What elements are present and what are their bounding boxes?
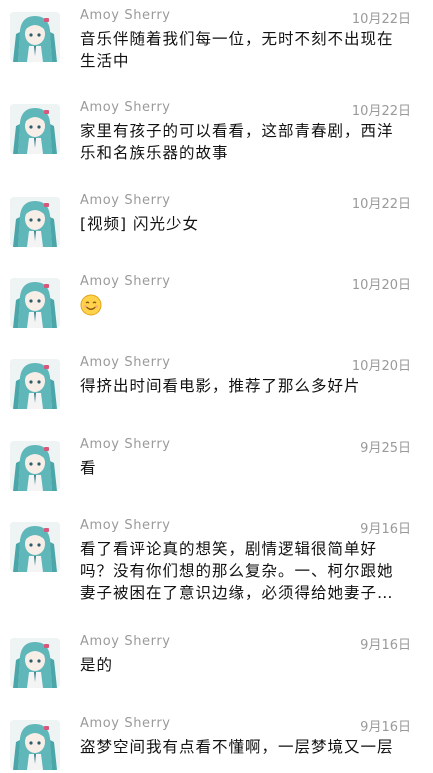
- comment-text: 看了看评论真的想笑，剧情逻辑很简单好吗？没有你们想的那么复杂。一、柯尔跟她妻子被…: [80, 540, 394, 602]
- author-name[interactable]: Amoy Sherry: [80, 100, 171, 115]
- avatar[interactable]: [10, 104, 60, 154]
- smile-emoji-icon: [80, 294, 102, 320]
- comment-text: 看: [80, 459, 97, 477]
- comment-text: 盗梦空间我有点看不懂啊，一层梦境又一层: [80, 738, 394, 756]
- comment-date: 10月22日: [351, 197, 411, 212]
- avatar[interactable]: [10, 197, 60, 247]
- avatar[interactable]: [10, 278, 60, 328]
- avatar[interactable]: [10, 720, 60, 770]
- comment-text: [视频] 闪光少女: [80, 215, 200, 233]
- comment-date: 9月16日: [360, 522, 411, 537]
- author-name[interactable]: Amoy Sherry: [80, 716, 171, 731]
- author-name[interactable]: Amoy Sherry: [80, 274, 171, 289]
- author-name[interactable]: Amoy Sherry: [80, 437, 171, 452]
- avatar[interactable]: [10, 638, 60, 688]
- comment-text: 是的: [80, 656, 114, 674]
- author-name[interactable]: Amoy Sherry: [80, 634, 171, 649]
- avatar[interactable]: [10, 522, 60, 572]
- comment-date: 10月20日: [351, 359, 411, 374]
- comment-date: 10月20日: [351, 278, 411, 293]
- comment-feed: Amoy Sherry 10月22日 音乐伴随着我们每一位，无时不刻不出现在生活中 A…: [0, 0, 433, 773]
- comment-date: 9月16日: [360, 638, 411, 653]
- author-name[interactable]: Amoy Sherry: [80, 518, 171, 533]
- comment-text: 音乐伴随着我们每一位，无时不刻不出现在生活中: [80, 30, 394, 70]
- avatar[interactable]: [10, 12, 60, 62]
- comment-text: 得挤出时间看电影，推荐了那么多好片: [80, 377, 361, 395]
- comment-date: 10月22日: [351, 12, 411, 27]
- comment-date: 9月16日: [360, 720, 411, 735]
- author-name[interactable]: Amoy Sherry: [80, 193, 171, 208]
- avatar[interactable]: [10, 441, 60, 491]
- author-name[interactable]: Amoy Sherry: [80, 8, 171, 23]
- comment-date: 9月25日: [360, 441, 411, 456]
- author-name[interactable]: Amoy Sherry: [80, 355, 171, 370]
- comment-date: 10月22日: [351, 104, 411, 119]
- avatar[interactable]: [10, 359, 60, 409]
- comment-emoji: [80, 294, 405, 322]
- comment-text: 家里有孩子的可以看看，这部青春剧，西洋乐和名族乐器的故事: [80, 122, 394, 162]
